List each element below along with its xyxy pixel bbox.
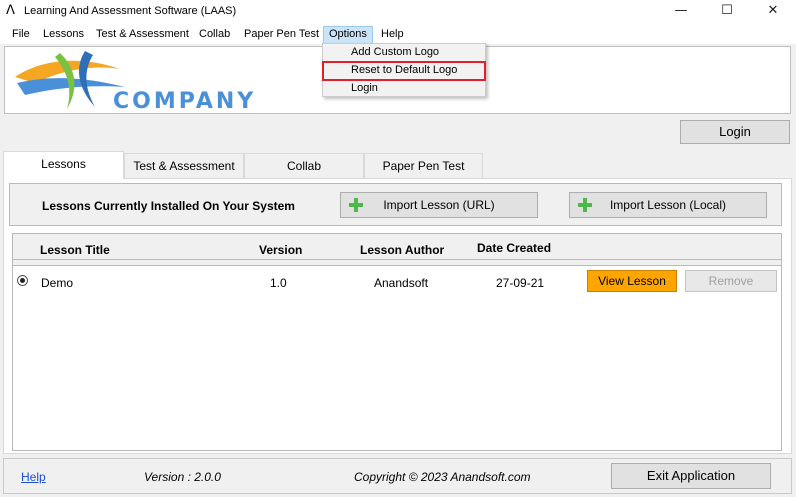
tab-test-assessment[interactable]: Test & Assessment [124,153,244,178]
lesson-date-cell: 27-09-21 [496,276,545,290]
plus-icon [349,198,363,212]
column-date-created: Date Created [477,241,552,255]
menu-item-highlight-box [322,61,486,81]
menu-item-add-custom-logo[interactable]: Add Custom Logo [351,46,439,58]
column-lesson-title: Lesson Title [40,243,110,257]
menu-paper-pen-test[interactable]: Paper Pen Test [238,26,325,44]
menu-test-assessment[interactable]: Test & Assessment [90,26,195,44]
lessons-header-title: Lessons Currently Installed On Your Syst… [42,199,295,213]
company-logo-text: COMPANY [113,89,257,114]
lesson-title-cell: Demo [41,276,74,290]
table-row[interactable]: Demo 1.0 Anandsoft 27-09-21 View Lesson … [13,265,781,450]
plus-icon [578,198,592,212]
menu-lessons[interactable]: Lessons [37,26,90,44]
minimize-button[interactable]: — [658,0,704,24]
menu-options[interactable]: Options [323,26,373,44]
menu-item-login[interactable]: Login [351,82,378,94]
menu-help[interactable]: Help [375,26,410,44]
tab-collab[interactable]: Collab [244,153,364,178]
title-bar: ᐱ Learning And Assessment Software (LAAS… [0,0,796,24]
copyright-text: Copyright © 2023 Anandsoft.com [354,470,531,484]
import-local-label: Import Lesson (Local) [609,198,727,212]
menu-file[interactable]: File [6,26,36,44]
window-title: Learning And Assessment Software (LAAS) [24,5,237,17]
column-version: Version [259,243,303,257]
lesson-author-cell: Anandsoft [374,276,429,290]
row-select-radio[interactable] [17,275,28,286]
exit-application-button[interactable]: Exit Application [611,463,771,489]
remove-lesson-button[interactable]: Remove [685,270,777,292]
version-text: Version : 2.0.0 [144,470,221,484]
tab-lessons[interactable]: Lessons [3,151,124,179]
import-lesson-local-button[interactable]: Import Lesson (Local) [569,192,767,218]
options-dropdown-menu: Add Custom Logo Reset to Default Logo Lo… [322,43,486,97]
lessons-list-header: Lesson Title Version Lesson Author Date … [13,234,781,260]
login-button[interactable]: Login [680,120,790,144]
menu-bar: File Lessons Test & Assessment Collab Pa… [0,24,796,44]
lesson-version-cell: 1.0 [270,276,287,290]
help-link[interactable]: Help [21,470,46,484]
column-lesson-author: Lesson Author [360,243,445,257]
status-footer: Help Version : 2.0.0 Copyright © 2023 An… [3,458,792,494]
view-lesson-button[interactable]: View Lesson [587,270,677,292]
close-button[interactable]: ✕ [750,0,796,24]
import-lesson-url-button[interactable]: Import Lesson (URL) [340,192,538,218]
lessons-header-panel: Lessons Currently Installed On Your Syst… [9,183,782,226]
import-url-label: Import Lesson (URL) [383,198,495,212]
menu-collab[interactable]: Collab [193,26,236,44]
maximize-button[interactable]: ☐ [704,0,750,24]
lessons-list: Lesson Title Version Lesson Author Date … [12,233,782,451]
app-icon: ᐱ [6,3,15,18]
tab-paper-pen-test[interactable]: Paper Pen Test [364,153,483,178]
